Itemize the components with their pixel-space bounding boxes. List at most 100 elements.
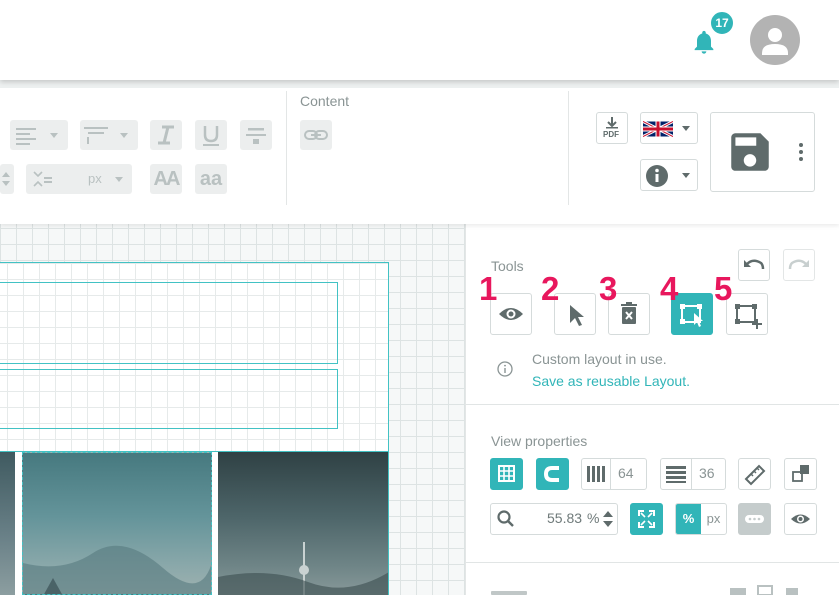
ruler-button[interactable] bbox=[738, 458, 771, 490]
layout-cell[interactable] bbox=[0, 282, 338, 364]
language-dropdown[interactable] bbox=[640, 112, 698, 144]
snap-toggle-button[interactable] bbox=[536, 458, 569, 490]
text-align-dropdown[interactable] bbox=[10, 120, 68, 150]
chevron-down-icon bbox=[682, 126, 690, 131]
insert-link-button[interactable] bbox=[300, 120, 332, 150]
unit-toggle[interactable]: % px bbox=[675, 503, 727, 535]
layout-canvas[interactable] bbox=[0, 224, 465, 595]
strikethrough-button[interactable] bbox=[240, 120, 272, 150]
underline-icon bbox=[203, 126, 219, 146]
image-cell[interactable] bbox=[22, 452, 212, 595]
strikethrough-icon bbox=[246, 128, 266, 144]
uppercase-button[interactable]: AA bbox=[150, 164, 182, 194]
formatting-toolbar: px AA aa Content PDF bbox=[0, 88, 839, 224]
info-icon bbox=[497, 361, 513, 377]
chevron-down-icon bbox=[682, 173, 690, 178]
top-bar: 17 bbox=[0, 0, 839, 80]
zoom-field[interactable]: 55.83 % bbox=[490, 503, 618, 535]
eye-icon bbox=[791, 514, 810, 524]
rows-field[interactable]: 36 bbox=[660, 458, 726, 490]
tower-photo-icon bbox=[218, 542, 389, 595]
lowercase-button[interactable]: aa bbox=[195, 164, 227, 194]
undo-icon bbox=[744, 259, 765, 270]
fit-to-screen-button[interactable] bbox=[630, 503, 663, 535]
callout-number: 4 bbox=[660, 270, 679, 307]
visibility-button[interactable] bbox=[784, 503, 817, 535]
letter-spacing-field[interactable]: px bbox=[26, 164, 132, 194]
user-icon bbox=[762, 28, 788, 55]
more-vertical-icon[interactable] bbox=[797, 142, 805, 162]
magnet-icon bbox=[543, 466, 559, 482]
page-border bbox=[388, 452, 389, 595]
columns-value: 64 bbox=[618, 465, 634, 481]
info-icon bbox=[646, 165, 668, 187]
callout-number: 5 bbox=[714, 270, 733, 307]
more-options-button[interactable] bbox=[738, 503, 771, 535]
image-gutter bbox=[15, 452, 22, 595]
bring-to-front-button[interactable] bbox=[784, 458, 817, 490]
image-gutter bbox=[212, 452, 218, 595]
unit-percent-option[interactable]: % bbox=[676, 504, 701, 534]
redo-button[interactable] bbox=[783, 249, 815, 281]
lowercase-icon: aa bbox=[199, 167, 223, 190]
more-horizontal-icon bbox=[745, 515, 764, 523]
properties-panel: Tools 1 2 3 4 5 Custom layout in use. Sa… bbox=[465, 224, 839, 595]
italic-button[interactable] bbox=[150, 120, 182, 150]
vertical-align-top-icon bbox=[84, 127, 128, 144]
section-divider bbox=[466, 404, 839, 405]
save-layout-link[interactable]: Save as reusable Layout. bbox=[532, 373, 690, 389]
ruler-icon bbox=[744, 464, 766, 486]
stepper-arrows-icon bbox=[603, 511, 613, 527]
section-divider bbox=[466, 562, 839, 563]
align-left-icon bbox=[16, 128, 58, 145]
zoom-unit: % bbox=[587, 510, 600, 526]
zoom-value: 55.83 bbox=[547, 510, 583, 526]
columns-icon bbox=[587, 466, 605, 482]
uppercase-icon: AA bbox=[153, 167, 181, 190]
folder-copy-delete-icons bbox=[730, 585, 798, 595]
view-properties-title: View properties bbox=[491, 433, 588, 449]
callout-number: 2 bbox=[541, 270, 560, 307]
tower-photo-icon bbox=[23, 545, 211, 594]
toolbar-divider bbox=[568, 91, 569, 205]
stepper-arrows-icon bbox=[2, 172, 10, 186]
next-section-title-fragment bbox=[491, 588, 541, 595]
redo-icon bbox=[788, 259, 809, 270]
font-size-unit-label: px bbox=[88, 171, 102, 186]
link-icon bbox=[304, 130, 328, 140]
toolbar-divider bbox=[286, 91, 287, 205]
cursor-icon bbox=[570, 305, 584, 326]
italic-icon bbox=[158, 125, 174, 145]
add-area-icon bbox=[735, 304, 762, 329]
rows-icon bbox=[666, 466, 686, 483]
underline-button[interactable] bbox=[195, 120, 227, 150]
search-icon bbox=[497, 510, 514, 527]
grid-toggle-button[interactable] bbox=[490, 458, 523, 490]
user-avatar[interactable] bbox=[750, 15, 800, 65]
callout-number: 1 bbox=[479, 270, 498, 307]
save-floppy-icon bbox=[731, 133, 769, 171]
line-height-stepper[interactable] bbox=[0, 164, 14, 194]
notification-count-badge[interactable]: 17 bbox=[709, 10, 735, 36]
callout-number: 3 bbox=[599, 270, 618, 307]
vertical-align-dropdown[interactable] bbox=[80, 120, 138, 150]
layout-page-block[interactable] bbox=[0, 262, 389, 452]
select-tool-button[interactable] bbox=[554, 293, 596, 335]
undo-button[interactable] bbox=[738, 249, 770, 281]
grid-icon bbox=[498, 465, 515, 482]
content-section-label: Content bbox=[300, 93, 350, 109]
save-button[interactable] bbox=[710, 112, 815, 192]
image-cell[interactable] bbox=[0, 452, 15, 595]
unit-px-option[interactable]: px bbox=[701, 504, 726, 534]
uk-flag-icon bbox=[643, 120, 673, 138]
custom-layout-info: Custom layout in use. bbox=[532, 351, 667, 367]
letter-spacing-icon bbox=[33, 171, 52, 187]
columns-field[interactable]: 64 bbox=[581, 458, 647, 490]
pdf-icon-text: PDF bbox=[603, 130, 619, 139]
layout-cell[interactable] bbox=[0, 369, 338, 429]
info-dropdown[interactable] bbox=[640, 159, 698, 191]
layer-order-icon bbox=[792, 465, 809, 482]
image-cell[interactable] bbox=[218, 452, 389, 595]
fit-screen-icon bbox=[638, 510, 655, 528]
export-pdf-button[interactable]: PDF bbox=[596, 112, 628, 144]
